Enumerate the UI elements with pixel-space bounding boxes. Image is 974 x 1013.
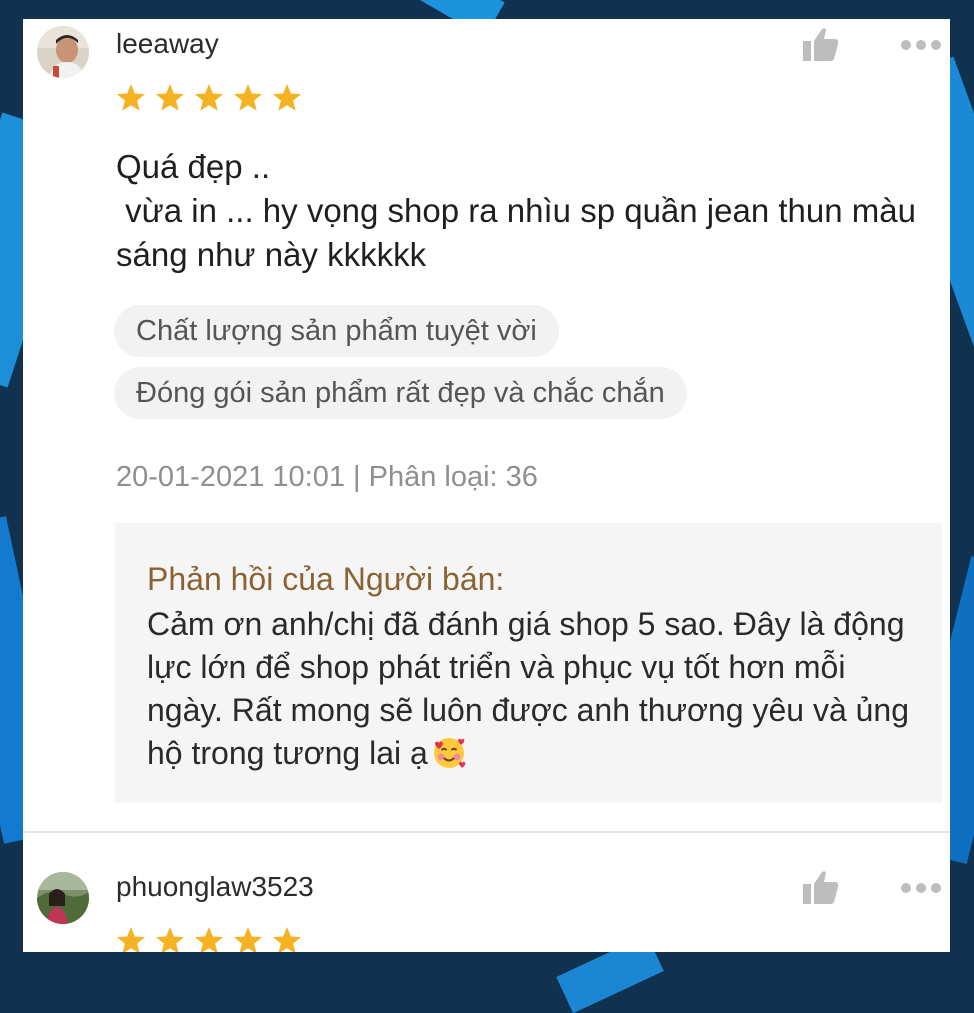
divider: [23, 831, 950, 833]
star-icon: [117, 84, 145, 111]
more-options-icon[interactable]: [899, 38, 943, 52]
review-text: Quá đẹp .. vừa in ... hy vọng shop ra nh…: [116, 148, 916, 273]
seller-reply-text: Cảm ơn anh/chị đã đánh giá shop 5 sao. Đ…: [147, 603, 917, 781]
avatar[interactable]: [37, 872, 89, 924]
star-icon: [273, 927, 301, 952]
star-icon: [156, 927, 184, 952]
reviewer-username[interactable]: leeaway: [116, 28, 219, 60]
smiling-face-with-hearts-icon: [432, 736, 466, 781]
more-options-icon[interactable]: [899, 881, 943, 895]
star-rating: [115, 82, 303, 114]
star-icon: [156, 84, 184, 111]
review-meta: 20-01-2021 10:01 | Phân loại: 36: [116, 461, 538, 493]
seller-reply-body: Cảm ơn anh/chị đã đánh giá shop 5 sao. Đ…: [147, 606, 910, 771]
thumbs-up-icon[interactable]: [801, 868, 841, 908]
reviews-card: leeaway Quá đẹp .. vừa in ... hy vọng sh…: [23, 19, 950, 952]
avatar[interactable]: [37, 26, 89, 78]
star-icon: [195, 927, 223, 952]
star-icon: [117, 927, 145, 952]
thumbs-up-icon[interactable]: [801, 25, 841, 65]
star-icon: [273, 84, 301, 111]
reviewer-username[interactable]: phuonglaw3523: [116, 871, 314, 903]
star-icon: [195, 84, 223, 111]
review-tag: Chất lượng sản phẩm tuyệt vời: [114, 305, 559, 357]
review-tag: Đóng gói sản phẩm rất đẹp và chắc chắn: [114, 367, 687, 419]
seller-reply-title: Phản hồi của Người bán:: [147, 561, 505, 597]
star-rating: [115, 925, 303, 952]
seller-reply: Phản hồi của Người bán: Cảm ơn anh/chị đ…: [115, 523, 942, 803]
star-icon: [234, 84, 262, 111]
star-icon: [234, 927, 262, 952]
